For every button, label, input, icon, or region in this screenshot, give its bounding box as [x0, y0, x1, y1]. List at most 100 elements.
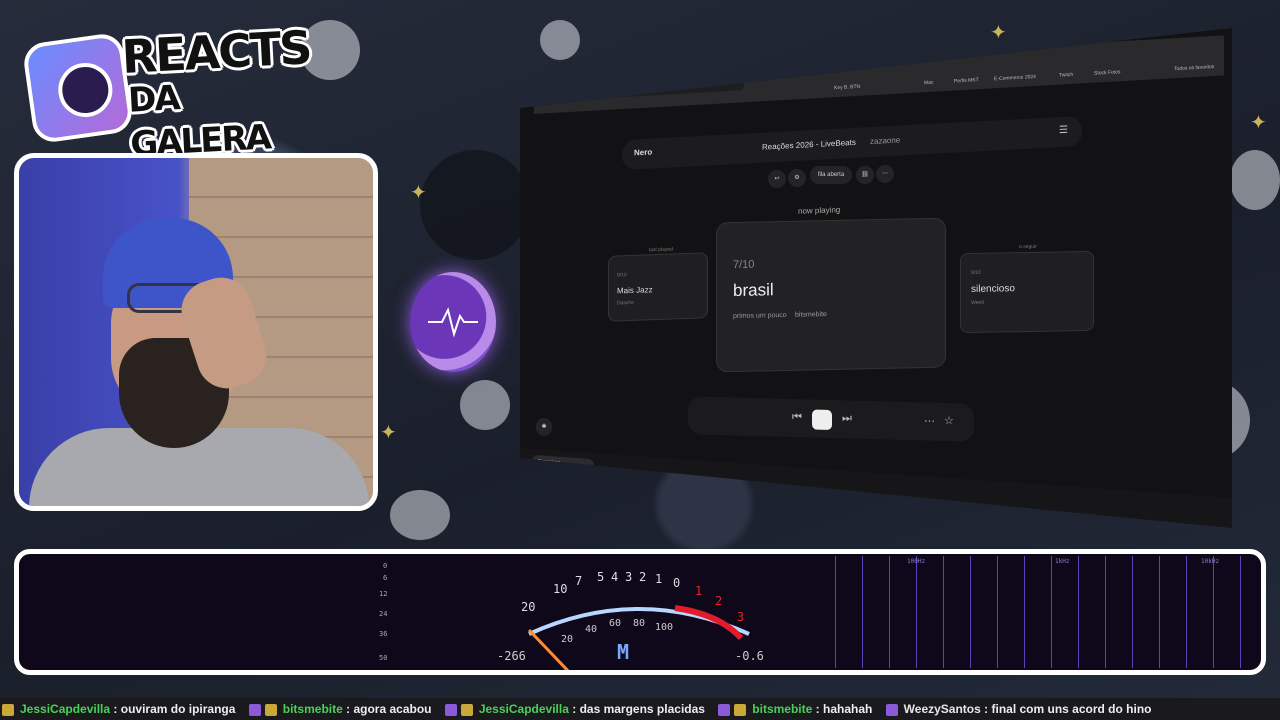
track-count: 7/10	[733, 258, 755, 272]
player-controls: ⏮ ⏭ ⋯ ☆	[688, 396, 974, 442]
play-pause-button[interactable]	[812, 409, 832, 431]
badge-icon	[2, 703, 14, 716]
star-icon: ✦	[380, 422, 397, 444]
left-readout: -266	[497, 649, 526, 663]
vu-inner-tick: 60	[609, 618, 622, 629]
vu-tick: 5	[597, 570, 605, 584]
chat-username: JessiCapdevilla	[478, 702, 569, 716]
track-title: brasil	[733, 280, 774, 301]
vu-tick: 3	[625, 570, 633, 584]
logo-line-1: REACTS	[120, 20, 312, 84]
chat-username: bitsmebite	[282, 702, 343, 716]
vu-tick: 3	[737, 610, 745, 624]
badge-icon	[734, 703, 747, 716]
star-icon[interactable]: ☆	[944, 414, 954, 427]
chat-username: bitsmebite	[752, 702, 813, 716]
scale-tick: 0	[383, 562, 388, 570]
chat-message: final com uns acord do hino	[991, 702, 1152, 716]
track-requester: bitsmebite	[795, 311, 827, 319]
star-icon: ✦	[1250, 112, 1267, 134]
vu-tick: 10	[553, 582, 568, 596]
sparkle-icon[interactable]: ✱	[536, 418, 552, 436]
scale-tick: 36	[379, 630, 388, 638]
track-artist: primos um pouco	[733, 311, 787, 321]
next-icon[interactable]: ⏭	[842, 412, 852, 425]
vu-tick: 2	[715, 594, 723, 608]
menu-icon[interactable]: ☰	[1059, 125, 1068, 136]
session-title: Reações 2026 - LiveBeats	[762, 137, 856, 152]
background-astronaut	[460, 380, 510, 430]
badge-icon	[718, 703, 731, 716]
badge-icon	[444, 703, 457, 716]
app-logo[interactable]: Nero	[634, 147, 652, 157]
link-icon[interactable]: ⛓	[856, 166, 874, 184]
background-astronaut	[540, 20, 580, 60]
now-playing-card[interactable]: 7/10 brasil primos um pouco bitsmebite	[716, 217, 946, 373]
vu-inner-tick: 100	[655, 622, 674, 633]
scale-tick: 24	[379, 610, 388, 618]
chat-ticker: JessiCapdevilla : ouviram do ipiranga bi…	[0, 698, 1280, 720]
channel-logo: REACTS DA GALERA	[21, 18, 312, 165]
track-count: 9/10	[971, 269, 981, 276]
next-track-card[interactable]: a seguir 9/10 silencioso Weed	[960, 244, 1094, 334]
background-astronaut	[390, 490, 450, 540]
chat-username: WeezySantos	[903, 702, 981, 716]
badge-icon	[264, 703, 277, 716]
session-user: zazaone	[870, 135, 901, 147]
vu-tick: 20	[521, 600, 536, 614]
chat-message: hahahah	[822, 702, 873, 716]
chat-username: JessiCapdevilla	[20, 702, 111, 716]
taskbar-search[interactable]: Pesquisar	[532, 454, 594, 472]
settings-icon[interactable]: ⚙	[788, 169, 806, 187]
level-scale: 0 6 12 24 36 50	[23, 558, 403, 666]
browser-tab[interactable]: Sound ... tele | Grok	[604, 68, 676, 85]
spectrum-label: 1kHz	[1055, 558, 1070, 565]
meter-mode: M	[617, 640, 630, 664]
badge-icon	[460, 703, 473, 716]
track-count: 8/10	[617, 272, 627, 279]
screen-capture: ZaraEn | tele Sound ... tele | Grok nero…	[520, 28, 1232, 528]
vu-inner-tick: 40	[585, 624, 598, 635]
app-header: Nero Reações 2026 - LiveBeats zazaone ☰	[622, 115, 1082, 171]
vu-tick: 1	[655, 572, 663, 586]
vu-tick: 7	[575, 574, 583, 588]
previous-track-card[interactable]: last played 8/10 Mais Jazz Dasche	[608, 246, 708, 322]
next-label: a seguir	[1019, 243, 1037, 251]
more-icon[interactable]: ⋯	[876, 165, 894, 183]
badge-icon	[885, 703, 898, 716]
right-readout: -0.6	[735, 649, 764, 663]
chat-message: ouviram do ipiranga	[120, 702, 236, 716]
os-taskbar: Pesquisar 17:17 14/02/2026	[520, 448, 1232, 528]
star-icon: ✦	[410, 182, 427, 204]
track-title: Mais Jazz	[617, 285, 653, 296]
now-playing-label: now playing	[798, 205, 841, 216]
heartbeat-icon	[410, 272, 496, 372]
scale-tick: 12	[379, 590, 388, 598]
logo-line-2: DA GALERA	[127, 78, 271, 165]
vu-inner-tick: 20	[561, 634, 574, 645]
clock-time: 17:17	[1200, 536, 1216, 544]
share-icon[interactable]: ↩	[768, 170, 786, 188]
vu-tick: 1	[695, 584, 703, 598]
background-planet	[420, 150, 530, 260]
star-icon: ✦	[990, 22, 1007, 44]
vu-tick: 4	[611, 570, 619, 584]
track-artist: Weed	[971, 299, 984, 306]
track-artist: Dasche	[617, 299, 634, 307]
more-icon[interactable]: ⋯	[924, 414, 935, 427]
boombox-icon	[21, 31, 135, 145]
browser-tab[interactable]: ZaraEn | tele	[540, 72, 600, 88]
audio-meter-panel: 0 6 12 24 36 50 20 10 7 5 4 3 2 1 0 1 2 …	[14, 549, 1266, 675]
vu-inner-tick: 80	[633, 618, 646, 629]
badge-icon	[248, 703, 261, 716]
previous-icon[interactable]: ⏮	[792, 411, 802, 424]
vu-tick: 2	[639, 570, 647, 584]
spectrum-label: 100Hz	[907, 558, 926, 565]
scale-tick: 50	[379, 654, 388, 662]
spectrum-label: 10kHz	[1201, 558, 1220, 565]
logo-text: REACTS DA GALERA	[120, 20, 316, 167]
queue-open-button[interactable]: fila aberta	[810, 166, 852, 184]
track-title: silencioso	[971, 283, 1015, 295]
prev-label: last played	[649, 246, 673, 254]
chat-message: agora acabou	[353, 702, 432, 716]
